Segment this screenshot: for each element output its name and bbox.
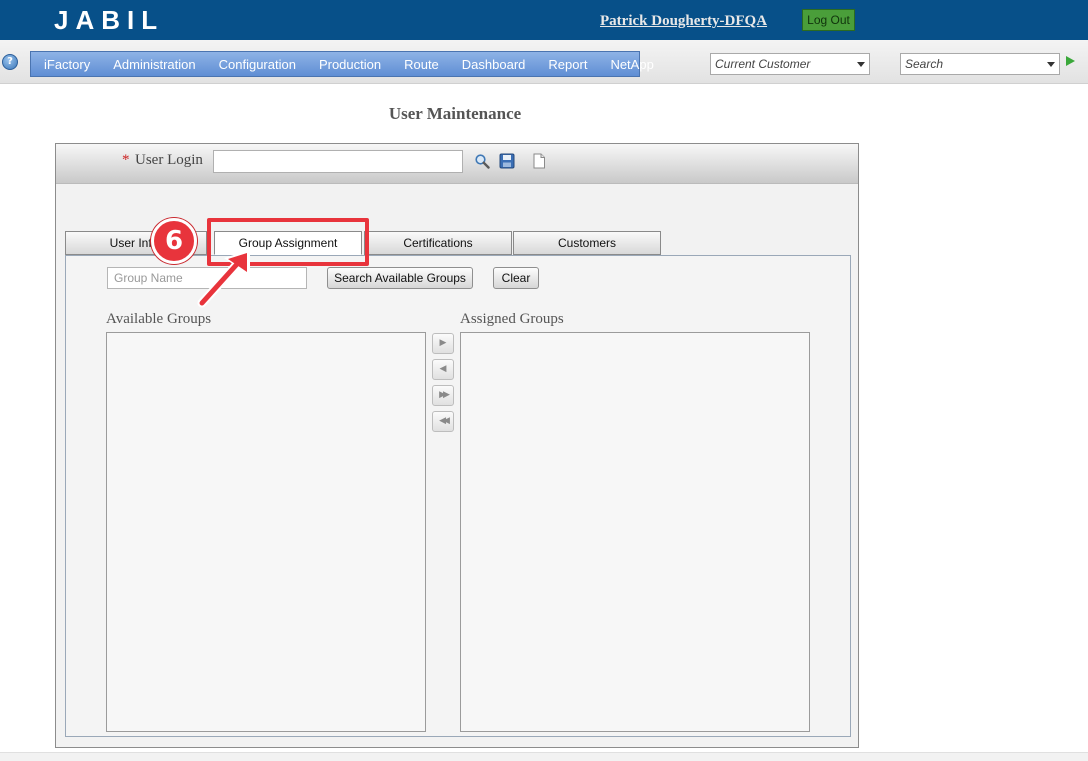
menu-route[interactable]: Route <box>404 57 439 72</box>
menu-production[interactable]: Production <box>319 57 381 72</box>
search-available-groups-button[interactable]: Search Available Groups <box>327 267 473 289</box>
clear-button[interactable]: Clear <box>493 267 539 289</box>
annotation-arrow-icon <box>197 250 250 308</box>
available-groups-list[interactable] <box>106 332 426 732</box>
top-header: JABIL Patrick Dougherty-DFQA Log Out <box>0 0 1088 40</box>
step-number-badge: 6 <box>151 218 197 264</box>
move-left-icon[interactable]: ◀ <box>432 359 454 380</box>
user-name-link[interactable]: Patrick Dougherty-DFQA <box>600 13 767 30</box>
menu-administration[interactable]: Administration <box>113 57 195 72</box>
customer-select[interactable]: Current Customer <box>710 53 870 75</box>
menu-configuration[interactable]: Configuration <box>219 57 296 72</box>
go-arrow-icon[interactable] <box>1066 56 1075 66</box>
menu-netapp[interactable]: NetApp <box>610 57 653 72</box>
customer-select-value: Current Customer <box>715 57 811 71</box>
chevron-down-icon <box>857 62 865 67</box>
assigned-groups-list[interactable] <box>460 332 810 732</box>
user-login-label: User Login <box>135 152 203 168</box>
save-icon[interactable] <box>499 153 515 169</box>
chevron-down-icon <box>1047 62 1055 67</box>
help-icon[interactable]: ? <box>2 54 18 70</box>
tab-certifications[interactable]: Certifications <box>364 231 512 255</box>
panel-header: * User Login <box>56 144 858 184</box>
user-login-input[interactable] <box>213 150 463 173</box>
page-title: User Maintenance <box>388 104 522 123</box>
assigned-groups-label: Assigned Groups <box>460 311 564 327</box>
move-all-left-icon[interactable]: ◀◀ <box>432 411 454 432</box>
required-marker: * <box>122 152 130 168</box>
search-icon[interactable] <box>474 153 490 169</box>
logout-button[interactable]: Log Out <box>802 9 855 31</box>
main-menu: iFactory Administration Configuration Pr… <box>30 51 654 77</box>
tab-customers[interactable]: Customers <box>513 231 661 255</box>
move-right-icon[interactable]: ▶ <box>432 333 454 354</box>
jabil-logo: JABIL <box>54 5 165 35</box>
group-assignment-tab-body: Group Name Search Available Groups Clear… <box>65 255 851 737</box>
menu-report[interactable]: Report <box>548 57 587 72</box>
move-all-right-icon[interactable]: ▶▶ <box>432 385 454 406</box>
menu-ifactory[interactable]: iFactory <box>44 57 90 72</box>
search-select-value: Search <box>905 57 944 71</box>
new-document-icon[interactable] <box>531 153 547 169</box>
search-select[interactable]: Search <box>900 53 1060 75</box>
menu-dashboard[interactable]: Dashboard <box>462 57 526 72</box>
page-bottom-border <box>0 752 1088 761</box>
